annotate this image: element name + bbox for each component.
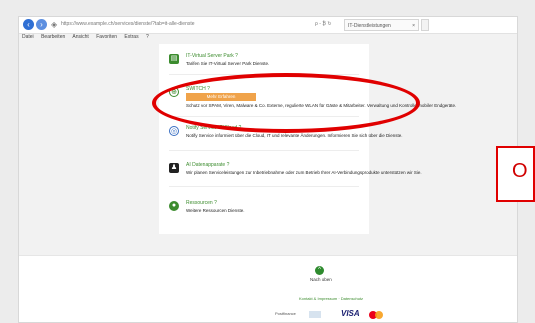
- mastercard-circle-orange: [375, 311, 383, 319]
- search-controls[interactable]: ρ - ₿ ↻: [315, 21, 332, 27]
- service-title[interactable]: IT-Virtual Server Park ?: [186, 53, 238, 59]
- title-bar: ‹ › ◈ https://www.example.ch/services/di…: [19, 17, 517, 34]
- browser-window: ‹ › ◈ https://www.example.ch/services/di…: [18, 16, 518, 323]
- menu-item-favorites[interactable]: Favoriten: [96, 34, 117, 40]
- menu-item-help[interactable]: ?: [146, 34, 149, 40]
- page-icon: ◈: [51, 20, 58, 29]
- service-title[interactable]: Ressourcen ?: [186, 200, 217, 206]
- server-icon: ▤: [169, 54, 179, 64]
- menu-item-view[interactable]: Ansicht: [72, 34, 88, 40]
- page-footer: ^ Nach oben Kontakt & Impressum · Datens…: [19, 255, 517, 322]
- forward-arrow-icon[interactable]: ›: [36, 19, 47, 30]
- back-arrow-icon[interactable]: ‹: [23, 19, 34, 30]
- mastercard-logo: [369, 311, 383, 319]
- service-title[interactable]: AI Datenapparate ?: [186, 162, 229, 168]
- footer-links[interactable]: Kontakt & Impressum · Datenschutz: [299, 296, 363, 301]
- divider: [169, 186, 359, 187]
- service-desc: Weitere Ressourcen Dienste.: [186, 208, 245, 213]
- annotation-box: O: [496, 146, 535, 202]
- annotation-letter: O: [512, 160, 528, 182]
- new-tab-button[interactable]: [421, 19, 429, 31]
- divider: [169, 150, 359, 151]
- card-logo: [309, 311, 321, 318]
- menu-bar: Datei Bearbeiten Ansicht Favoriten Extra…: [22, 34, 155, 40]
- cloud-icon: ◎: [169, 126, 179, 136]
- address-bar[interactable]: https://www.example.ch/services/dienste/…: [61, 21, 195, 27]
- menu-item-edit[interactable]: Bearbeiten: [41, 34, 65, 40]
- service-desc: Wir planen Serviceleistungen zur Inbetri…: [186, 170, 422, 175]
- globe-icon: ●: [169, 201, 179, 211]
- tab-close-icon[interactable]: ×: [412, 20, 415, 32]
- service-desc: Tarifen Sie IT-Virtual Server Park Diens…: [186, 61, 270, 66]
- menu-item-file[interactable]: Datei: [22, 34, 34, 40]
- service-desc: Notify Service informiert über die Cloud…: [186, 133, 403, 138]
- browser-tab[interactable]: IT-Dienstleistungen ×: [344, 19, 419, 31]
- visa-logo: VISA: [341, 309, 360, 318]
- chevron-up-icon[interactable]: ^: [315, 266, 324, 275]
- menu-item-tools[interactable]: Extras: [124, 34, 138, 40]
- back-to-top-label[interactable]: Nach oben: [310, 277, 332, 282]
- postfinance-logo: Postfinance: [275, 311, 296, 316]
- highlight-ellipse: [152, 73, 420, 133]
- tab-title: IT-Dienstleistungen: [348, 23, 391, 29]
- user-icon: ♟: [169, 163, 179, 173]
